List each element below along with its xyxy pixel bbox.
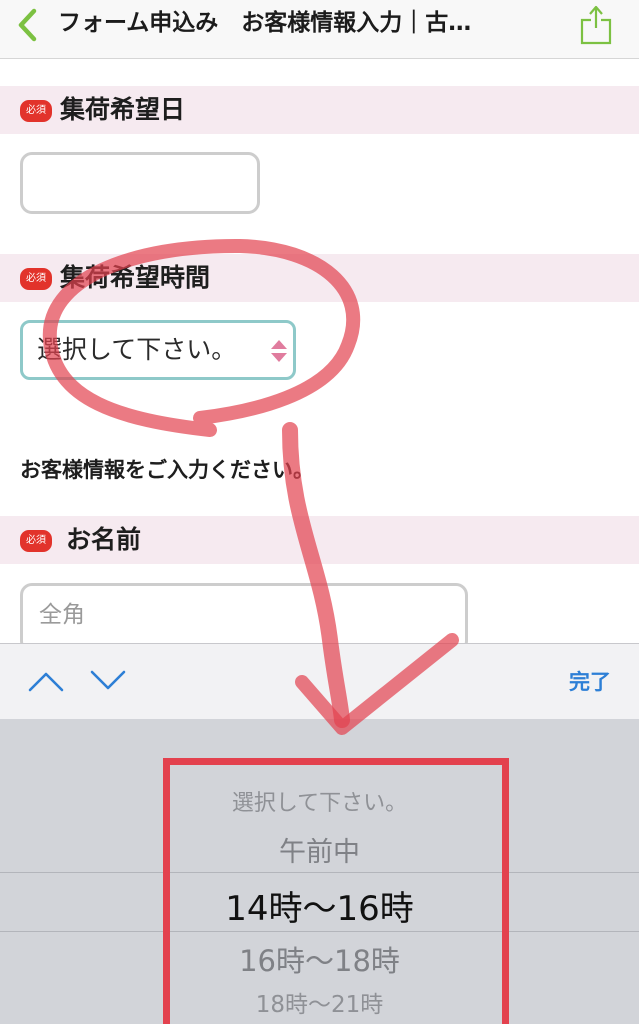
- name-label: お名前: [66, 525, 142, 554]
- pickup-time-label: 集荷希望時間: [60, 263, 211, 292]
- chevron-left-icon[interactable]: [14, 6, 40, 44]
- chevron-down-icon[interactable]: [88, 668, 128, 694]
- name-placeholder: 全角: [39, 602, 85, 628]
- required-badge: 必須: [20, 100, 52, 122]
- annotation-highlight-box: [163, 758, 509, 1024]
- done-button[interactable]: 完了: [569, 668, 611, 696]
- name-header: 必須 お名前: [0, 516, 639, 564]
- share-icon[interactable]: [578, 0, 614, 46]
- required-badge: 必須: [20, 268, 52, 290]
- pickup-time-select[interactable]: 選択して下さい。: [20, 320, 296, 380]
- pickup-time-value: 選択して下さい。: [37, 335, 237, 364]
- page-title: フォーム申込み お客様情報入力｜古…: [58, 10, 472, 36]
- navigation-bar: フォーム申込み お客様情報入力｜古…: [0, 0, 639, 59]
- required-badge: 必須: [20, 530, 52, 552]
- customer-info-heading: お客様情報をご入力ください。: [20, 458, 314, 482]
- pickup-date-field[interactable]: [20, 152, 260, 214]
- pickup-time-header: 必須 集荷希望時間: [0, 254, 639, 302]
- pickup-date-label: 集荷希望日: [60, 95, 186, 124]
- chevron-up-icon[interactable]: [26, 668, 66, 694]
- pickup-date-header: 必須 集荷希望日: [0, 86, 639, 134]
- keyboard-accessory-bar: 完了: [0, 643, 639, 720]
- select-arrows-icon: [271, 340, 287, 362]
